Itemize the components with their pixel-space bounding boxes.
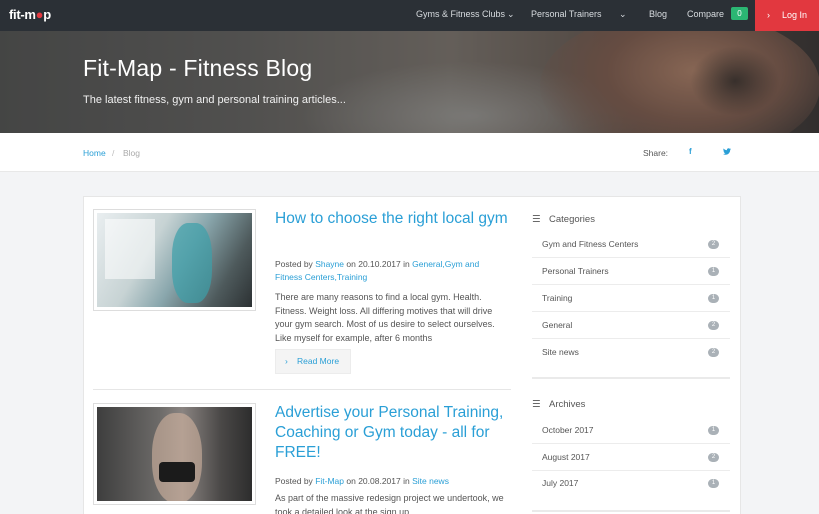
archive-count-badge: 2: [708, 453, 719, 462]
logo-text: fit-m: [9, 7, 36, 22]
post-excerpt: There are many reasons to find a local g…: [275, 292, 495, 343]
breadcrumb-bar: Home / Blog Share: f: [0, 133, 819, 172]
archive-label: October 2017: [542, 425, 594, 435]
category-label: Gym and Fitness Centers: [542, 239, 639, 249]
hero-banner: Fit-Map - Fitness Blog The latest fitnes…: [0, 31, 819, 133]
thumbnail-window: [105, 219, 155, 279]
page-title: Fit-Map - Fitness Blog: [83, 55, 313, 81]
category-label: Personal Trainers: [542, 266, 609, 276]
login-label: Log In: [782, 10, 808, 20]
archive-label: August 2017: [542, 452, 590, 462]
post-thumbnail[interactable]: [93, 209, 256, 311]
nav-compare-label: Compare: [687, 9, 725, 19]
category-count-badge: 1: [708, 267, 719, 276]
post-date: on 20.10.2017 in: [346, 259, 410, 269]
post-author-link[interactable]: Fit-Map: [315, 476, 344, 486]
posted-by-label: Posted by: [275, 259, 313, 269]
thumbnail-figure: [172, 223, 212, 303]
post-author-link[interactable]: Shayne: [315, 259, 344, 269]
nav-compare[interactable]: Compare: [687, 0, 724, 31]
hero-overlay: [0, 31, 819, 133]
login-button[interactable]: › Log In: [755, 0, 819, 31]
read-more-button[interactable]: › Read More: [275, 349, 351, 374]
sidebar-divider: [532, 510, 730, 512]
post-title[interactable]: Advertise your Personal Training, Coachi…: [275, 403, 515, 463]
post-date: on 20.08.2017 in: [346, 476, 410, 486]
logo-text-tail: p: [43, 7, 51, 22]
archive-item[interactable]: July 2017 1: [532, 470, 730, 497]
top-navbar: fit-m●p Gyms & Fitness Clubs ⌄ Personal …: [0, 0, 819, 31]
breadcrumb-current: Blog: [123, 148, 141, 158]
posted-by-label: Posted by: [275, 476, 313, 486]
nav-trainers-label: Personal Trainers: [531, 9, 602, 19]
category-item[interactable]: Site news 2: [532, 339, 730, 366]
page-subtitle: The latest fitness, gym and personal tra…: [83, 94, 346, 106]
post-thumbnail[interactable]: [93, 403, 256, 505]
archive-count-badge: 1: [708, 426, 719, 435]
nav-blog-label: Blog: [649, 9, 668, 19]
chevron-down-icon[interactable]: ⌄: [619, 0, 627, 31]
chevron-right-icon: ›: [767, 10, 770, 20]
nav-blog[interactable]: Blog: [649, 0, 667, 31]
twitter-icon[interactable]: [723, 147, 731, 157]
nav-gyms-fitness-clubs[interactable]: Gyms & Fitness Clubs: [416, 0, 505, 31]
share-label: Share:: [643, 148, 669, 158]
archive-item[interactable]: August 2017 2: [532, 444, 730, 471]
category-item[interactable]: General 2: [532, 312, 730, 339]
post-excerpt: As part of the massive redesign project …: [275, 493, 504, 514]
category-label: Training: [542, 293, 573, 303]
category-item[interactable]: Personal Trainers 1: [532, 258, 730, 285]
list-icon: ☰: [532, 214, 541, 225]
site-logo[interactable]: fit-m●p: [9, 7, 51, 22]
category-count-badge: 1: [708, 294, 719, 303]
thumbnail-image: [97, 407, 252, 501]
category-count-badge: 2: [708, 240, 719, 249]
thumbnail-image: [97, 213, 252, 307]
post-title[interactable]: How to choose the right local gym: [275, 209, 515, 229]
compare-count-badge[interactable]: 0: [731, 7, 748, 20]
breadcrumb-home-link[interactable]: Home: [83, 148, 106, 158]
post-divider: [93, 389, 511, 390]
breadcrumb-separator: /: [112, 148, 115, 158]
thumbnail-figure: [152, 413, 202, 501]
nav-personal-trainers[interactable]: Personal Trainers: [531, 0, 602, 31]
archive-item[interactable]: October 2017 1: [532, 417, 730, 444]
chevron-down-icon[interactable]: ⌄: [507, 0, 515, 31]
category-count-badge: 2: [708, 348, 719, 357]
facebook-icon[interactable]: f: [689, 147, 692, 156]
archives-title: Archives: [549, 399, 586, 410]
chevron-right-icon: ›: [285, 356, 288, 366]
thumbnail-top: [159, 462, 195, 482]
post-category-links[interactable]: Site news: [412, 476, 449, 486]
category-label: Site news: [542, 347, 579, 357]
category-count-badge: 2: [708, 321, 719, 330]
post-meta: Posted by Fit-Map on 20.08.2017 in Site …: [275, 475, 505, 488]
archive-label: July 2017: [542, 478, 579, 488]
blog-post: Advertise your Personal Training, Coachi…: [93, 403, 513, 514]
categories-title: Categories: [549, 214, 595, 225]
archive-count-badge: 1: [708, 479, 719, 488]
category-item[interactable]: Gym and Fitness Centers 2: [532, 231, 730, 258]
blog-post: How to choose the right local gym Posted…: [93, 209, 513, 379]
category-item[interactable]: Training 1: [532, 285, 730, 312]
list-icon: ☰: [532, 399, 541, 410]
category-label: General: [542, 320, 573, 330]
sidebar-divider: [532, 377, 730, 379]
nav-gyms-label: Gyms & Fitness Clubs: [416, 9, 506, 19]
read-more-label: Read More: [297, 356, 340, 366]
post-meta: Posted by Shayne on 20.10.2017 in Genera…: [275, 258, 505, 284]
